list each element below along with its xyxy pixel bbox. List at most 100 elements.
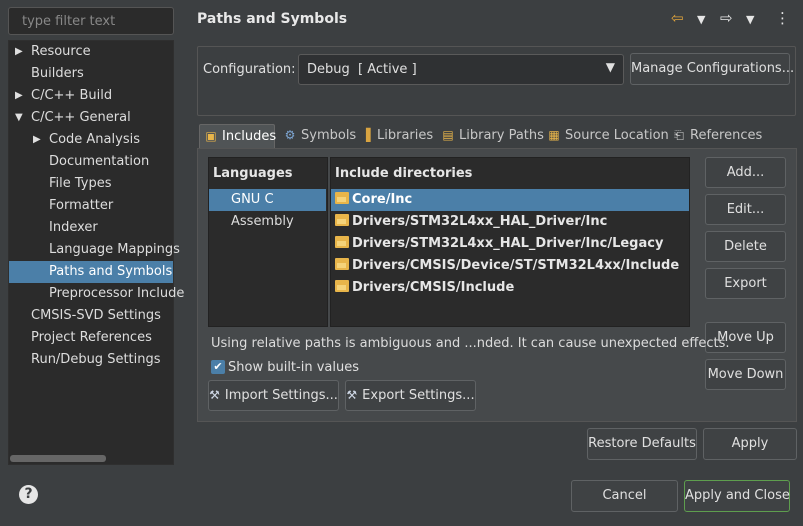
tree-horizontal-scrollbar[interactable] xyxy=(10,455,106,462)
chevron-right-icon[interactable]: ▶ xyxy=(15,85,23,107)
configuration-label: Configuration: xyxy=(203,62,296,77)
tree-item[interactable]: Language Mappings xyxy=(9,239,180,261)
move-down-button[interactable]: Move Down xyxy=(705,359,786,390)
tree-item-label: Formatter xyxy=(49,198,114,213)
show-builtin-label[interactable]: Show built-in values xyxy=(228,360,359,375)
apply-button[interactable]: Apply xyxy=(703,428,797,460)
cancel-button[interactable]: Cancel xyxy=(571,480,678,512)
tree-item[interactable]: ▶ Resource xyxy=(9,41,173,63)
tree-item[interactable]: Documentation xyxy=(9,151,173,173)
filter-placeholder: type filter text xyxy=(22,14,116,29)
include-path: Drivers/CMSIS/Device/ST/STM32L4xx/Includ… xyxy=(352,258,680,273)
tab-libraries[interactable]: ▐ Libraries xyxy=(359,124,433,148)
tree-item[interactable]: ▶ C/C++ Build xyxy=(9,85,173,107)
chevron-right-icon[interactable]: ▶ xyxy=(15,41,23,63)
tab-references-label: References xyxy=(690,128,763,143)
include-folder-icon xyxy=(335,280,349,292)
show-builtin-checkbox[interactable]: ✔ xyxy=(211,360,225,374)
help-icon[interactable]: ? xyxy=(19,485,38,504)
more-icon[interactable]: ⋮ xyxy=(775,9,790,27)
edit-button[interactable]: Edit... xyxy=(705,194,786,225)
include-folder-icon xyxy=(335,192,349,204)
chevron-down-icon: ▼ xyxy=(605,60,615,74)
include-path: Drivers/STM32L4xx_HAL_Driver/Inc xyxy=(352,214,608,229)
tree-item-label: Paths and Symbols xyxy=(49,264,173,279)
restore-defaults-button[interactable]: Restore Defaults xyxy=(587,428,697,460)
tab-references[interactable]: ⎗ References xyxy=(672,124,762,148)
manage-configurations-button[interactable]: Manage Configurations... xyxy=(630,53,794,85)
tree-item[interactable]: Run/Debug Settings xyxy=(9,349,173,371)
tree-item[interactable]: Project References xyxy=(9,327,173,349)
configuration-select[interactable]: Debug [ Active ] ▼ xyxy=(298,54,624,85)
export-button[interactable]: Export xyxy=(705,268,786,299)
table-row[interactable]: Drivers/STM32L4xx_HAL_Driver/Inc/Legacy xyxy=(331,233,689,255)
add-button[interactable]: Add... xyxy=(705,157,786,188)
apply-and-close-button[interactable]: Apply and Close xyxy=(684,480,790,512)
list-item[interactable]: GNU C xyxy=(209,189,326,211)
tab-library-paths[interactable]: ▤ Library Paths xyxy=(441,124,544,148)
include-path: Core/Inc xyxy=(352,192,413,207)
includes-icon: ▣ xyxy=(205,129,217,143)
filter-input[interactable]: type filter text xyxy=(8,7,174,35)
tree-item-label: C/C++ Build xyxy=(31,88,113,103)
tree-item-label: Builders xyxy=(31,66,84,81)
tree-item-label: Project References xyxy=(31,330,152,345)
export-settings-button[interactable]: ⚒ Export Settings... xyxy=(345,380,476,411)
tree-item[interactable]: Builders xyxy=(9,63,173,85)
tree-item-label: C/C++ General xyxy=(31,110,131,125)
chevron-right-icon[interactable]: ▶ xyxy=(33,129,41,151)
tab-includes-label: Includes xyxy=(222,129,277,144)
tab-bar: ▣ Includes ⚙ Symbols ▐ Libraries ▤ Library P… xyxy=(197,124,797,149)
forward-menu-icon[interactable]: ▼ xyxy=(746,13,754,26)
tree-item-label: Indexer xyxy=(49,220,98,235)
page-title: Paths and Symbols xyxy=(197,11,348,27)
tree-item[interactable]: File Types xyxy=(9,173,173,195)
tab-includes[interactable]: ▣ Includes xyxy=(199,124,277,148)
tree-item-label: Documentation xyxy=(49,154,150,169)
configuration-value: Debug [ Active ] xyxy=(307,62,417,77)
list-item[interactable]: Assembly xyxy=(209,211,326,233)
include-folder-icon xyxy=(335,258,349,270)
tree-item-label: Run/Debug Settings xyxy=(31,352,161,367)
tree-item-label: Preprocessor Include xyxy=(49,286,185,301)
back-arrow-icon[interactable]: ⇦ xyxy=(671,9,684,27)
forward-arrow-icon[interactable]: ⇨ xyxy=(720,9,733,27)
tree-item-label: CMSIS-SVD Settings xyxy=(31,308,161,323)
include-path: Drivers/CMSIS/Include xyxy=(352,280,515,295)
preferences-tree: ▶ Resource Builders ▶ C/C++ Build ▼ C/C++ Gene… xyxy=(8,40,184,465)
import-settings-button[interactable]: ⚒ Import Settings... xyxy=(208,380,339,411)
libraries-icon: ▐ xyxy=(361,128,371,142)
tree-item[interactable]: ▼ C/C++ General xyxy=(9,107,173,129)
tree-item-label: Language Mappings xyxy=(49,242,180,257)
relative-path-warning: Using relative paths is ambiguous and ..… xyxy=(211,336,730,351)
table-row[interactable]: Drivers/CMSIS/Device/ST/STM32L4xx/Includ… xyxy=(331,255,689,277)
languages-list xyxy=(208,157,328,327)
tab-library-paths-label: Library Paths xyxy=(459,128,544,143)
tab-libraries-label: Libraries xyxy=(377,128,434,143)
include-path: Drivers/STM32L4xx_HAL_Driver/Inc/Legacy xyxy=(352,236,664,251)
table-row[interactable]: Drivers/STM32L4xx_HAL_Driver/Inc xyxy=(331,211,689,233)
tree-item-label: File Types xyxy=(49,176,112,191)
tab-source-location[interactable]: ▦ Source Location xyxy=(547,124,668,148)
tree-item[interactable]: Preprocessor Include xyxy=(9,283,184,305)
tree-item[interactable]: Paths and Symbols xyxy=(9,261,173,283)
export-settings-label: Export Settings... xyxy=(362,388,475,403)
tree-item[interactable]: Formatter xyxy=(9,195,173,217)
back-menu-icon[interactable]: ▼ xyxy=(697,13,705,26)
tree-item[interactable]: Indexer xyxy=(9,217,173,239)
tree-item-label: Code Analysis xyxy=(49,132,140,147)
tab-symbols-label: Symbols xyxy=(301,128,357,143)
table-row[interactable]: Core/Inc xyxy=(331,189,689,211)
include-folder-icon xyxy=(335,214,349,226)
tree-item[interactable]: ▶ Code Analysis xyxy=(9,129,173,151)
references-icon: ⎗ xyxy=(674,128,684,142)
include-directories-header: Include directories xyxy=(335,166,473,181)
tree-item-label: Resource xyxy=(31,44,91,59)
symbols-icon: ⚙ xyxy=(284,128,296,142)
table-row[interactable]: Drivers/CMSIS/Include xyxy=(331,277,689,299)
delete-button[interactable]: Delete xyxy=(705,231,786,262)
tree-item[interactable]: CMSIS-SVD Settings xyxy=(9,305,173,327)
chevron-down-icon[interactable]: ▼ xyxy=(15,107,23,129)
tab-symbols[interactable]: ⚙ Symbols xyxy=(283,124,357,148)
import-icon: ⚒ xyxy=(209,388,220,402)
